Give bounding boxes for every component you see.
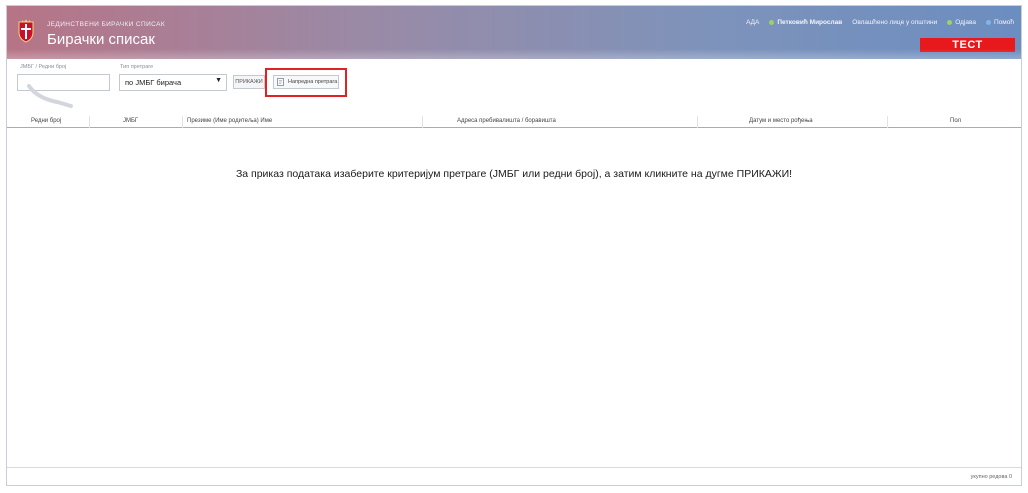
search-type-label: Тип претраге (120, 64, 154, 70)
magnifier-decoration-icon (27, 84, 73, 108)
column-divider (887, 116, 888, 128)
table-footer: укупно редова 0 (7, 467, 1021, 485)
column-header-jmbg[interactable]: ЈМБГ (123, 118, 138, 124)
test-environment-badge: ТЕСТ (920, 38, 1015, 52)
top-links: АДА Петковић Мирослав Овлашћено лице у о… (746, 19, 1014, 26)
table-body: За приказ података изаберите критеријум … (7, 129, 1021, 469)
column-header-name[interactable]: Презиме (Име родитеља) Име (187, 118, 272, 124)
app-title: Бирачки списак (47, 31, 155, 48)
column-divider (697, 116, 698, 128)
search-toolbar: ЈМБГ / Редни број Тип претраге по ЈМБГ б… (7, 59, 1021, 116)
user-link[interactable]: Петковић Мирослав (769, 19, 842, 26)
logout-icon (947, 20, 953, 25)
logout-link[interactable]: Одјава (947, 19, 976, 26)
serbia-crest-icon (18, 19, 34, 43)
user-icon (769, 20, 775, 25)
app-window: ЈЕДИНСТВЕНИ БИРАЧКИ СПИСАК Бирачки списа… (6, 5, 1022, 486)
role-description: Овлашћено лице у општини (852, 19, 938, 26)
column-header-ordinal[interactable]: Редни број (31, 118, 61, 124)
column-divider (89, 116, 90, 128)
show-button[interactable]: ПРИКАЖИ (233, 75, 265, 89)
role-label: АДА (746, 19, 760, 26)
app-subtitle: ЈЕДИНСТВЕНИ БИРАЧКИ СПИСАК (47, 21, 166, 28)
table-header: Редни број ЈМБГ Презиме (Име родитеља) И… (7, 116, 1021, 128)
advanced-search-label: Напредна претрага (288, 79, 338, 85)
jmbg-label: ЈМБГ / Редни број (20, 64, 67, 70)
column-header-sex[interactable]: Пол (950, 118, 961, 124)
advanced-search-button[interactable]: Напредна претрага (273, 75, 339, 89)
app-header: ЈЕДИНСТВЕНИ БИРАЧКИ СПИСАК Бирачки списа… (7, 6, 1021, 59)
column-divider (422, 116, 423, 128)
search-type-value: по ЈМБГ бирача (125, 78, 182, 87)
document-search-icon (277, 78, 284, 86)
help-link[interactable]: Помоћ (986, 19, 1014, 26)
column-header-birth[interactable]: Датум и место рођења (749, 118, 813, 124)
dropdown-caret-icon: ▼ (215, 77, 222, 84)
row-count: укупно редова 0 (970, 474, 1012, 480)
help-icon (986, 20, 991, 25)
search-type-select[interactable]: по ЈМБГ бирача ▼ (119, 74, 227, 91)
column-divider (182, 116, 183, 128)
advanced-search-highlight: Напредна претрага (265, 68, 347, 97)
empty-state-message: За приказ података изаберите критеријум … (235, 168, 793, 180)
column-header-address[interactable]: Адреса пребивалишта / боравишта (457, 118, 556, 124)
